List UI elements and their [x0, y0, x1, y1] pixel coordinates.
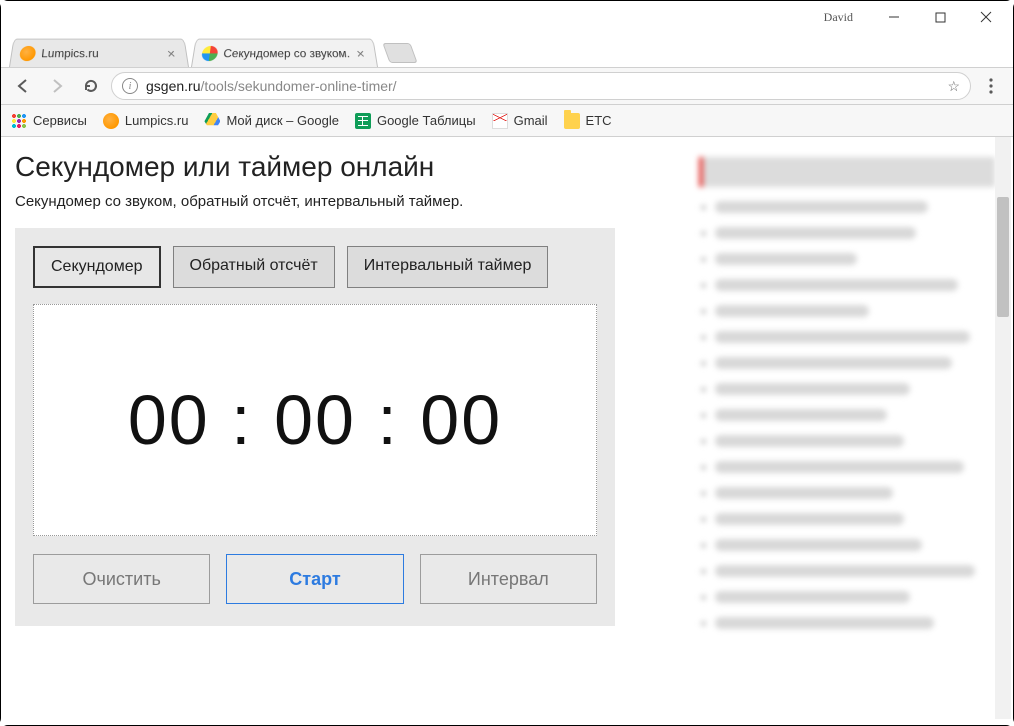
tab-countdown[interactable]: Обратный отсчёт — [173, 246, 335, 288]
favicon-icon — [103, 113, 119, 129]
interval-button[interactable]: Интервал — [420, 554, 597, 604]
toolbar: i gsgen.ru/tools/sekundomer-online-timer… — [1, 67, 1013, 105]
url-path: /tools/sekundomer-online-timer/ — [200, 78, 396, 94]
clear-button[interactable]: Очистить — [33, 554, 210, 604]
timer-panel: Секундомер Обратный отсчёт Интервальный … — [15, 228, 615, 626]
bookmark-gmail[interactable]: Gmail — [492, 113, 548, 129]
bookmarks-bar: Сервисы Lumpics.ru Мой диск – Google Goo… — [1, 105, 1013, 137]
scrollbar-thumb[interactable] — [997, 197, 1009, 317]
bookmark-label: ETC — [586, 113, 612, 128]
mode-tabs: Секундомер Обратный отсчёт Интервальный … — [33, 246, 597, 288]
bookmark-label: Сервисы — [33, 113, 87, 128]
start-button[interactable]: Старт — [226, 554, 403, 604]
favicon-icon — [19, 45, 37, 60]
tab-lumpics[interactable]: Lumpics.ru × — [9, 39, 189, 67]
sidebar-link[interactable] — [715, 591, 910, 603]
tab-close-icon[interactable]: × — [164, 46, 179, 59]
sidebar-link[interactable] — [715, 539, 922, 551]
new-tab-button[interactable] — [383, 43, 418, 63]
sidebar-heading — [699, 157, 995, 187]
bookmark-label: Lumpics.ru — [125, 113, 189, 128]
forward-button[interactable] — [43, 72, 71, 100]
sidebar-link[interactable] — [715, 461, 964, 473]
window-maximize-button[interactable] — [917, 2, 963, 32]
bookmark-label: Google Таблицы — [377, 113, 476, 128]
sidebar-link[interactable] — [715, 305, 869, 317]
main-column: Секундомер или таймер онлайн Секундомер … — [1, 137, 673, 725]
sidebar-link[interactable] — [715, 565, 975, 577]
sheets-icon — [355, 113, 371, 129]
bookmark-star-icon[interactable]: ☆ — [947, 78, 960, 95]
address-bar[interactable]: i gsgen.ru/tools/sekundomer-online-timer… — [111, 72, 971, 100]
gmail-icon — [492, 113, 508, 129]
page-subtitle: Секундомер со звуком, обратный отсчёт, и… — [15, 193, 673, 210]
sidebar-link[interactable] — [715, 331, 970, 343]
bookmark-label: Мой диск – Google — [226, 113, 339, 128]
tab-close-icon[interactable]: × — [353, 46, 368, 59]
back-button[interactable] — [9, 72, 37, 100]
sidebar-link[interactable] — [715, 383, 910, 395]
browser-menu-button[interactable] — [977, 72, 1005, 100]
url-host: gsgen.ru — [146, 78, 200, 94]
tab-title: Секундомер со звуком. — [223, 46, 351, 59]
sidebar-link[interactable] — [715, 487, 893, 499]
site-info-icon[interactable]: i — [122, 78, 138, 94]
sidebar-link[interactable] — [715, 253, 857, 265]
window-titlebar: David — [1, 1, 1013, 33]
sidebar-link[interactable] — [715, 617, 934, 629]
tab-sekundomer[interactable]: Секундомер со звуком. × — [191, 39, 378, 67]
sidebar-link[interactable] — [715, 227, 916, 239]
reload-button[interactable] — [77, 72, 105, 100]
controls-row: Очистить Старт Интервал — [33, 554, 597, 604]
apps-icon — [11, 113, 27, 129]
sidebar-link[interactable] — [715, 201, 928, 213]
window-close-button[interactable] — [963, 2, 1009, 32]
apps-shortcut[interactable]: Сервисы — [11, 113, 87, 129]
gdrive-icon — [204, 113, 220, 129]
folder-icon — [564, 113, 580, 129]
window-user-label: David — [824, 10, 853, 25]
sidebar-link[interactable] — [715, 435, 904, 447]
scrollbar[interactable] — [995, 137, 1011, 719]
page-content: Секундомер или таймер онлайн Секундомер … — [1, 137, 1013, 725]
time-value: 00 : 00 : 00 — [128, 380, 502, 460]
browser-tabs: Lumpics.ru × Секундомер со звуком. × — [1, 33, 1013, 67]
bookmark-gdrive[interactable]: Мой диск – Google — [204, 113, 339, 129]
bookmark-label: Gmail — [514, 113, 548, 128]
tab-interval-timer[interactable]: Интервальный таймер — [347, 246, 549, 288]
favicon-icon — [201, 45, 219, 60]
time-display: 00 : 00 : 00 — [33, 304, 597, 536]
sidebar-link[interactable] — [715, 279, 958, 291]
tab-title: Lumpics.ru — [41, 46, 161, 59]
sidebar-link[interactable] — [715, 357, 952, 369]
sidebar — [673, 137, 1013, 725]
bookmark-sheets[interactable]: Google Таблицы — [355, 113, 476, 129]
tab-stopwatch[interactable]: Секундомер — [33, 246, 161, 288]
sidebar-link[interactable] — [715, 513, 904, 525]
page-title: Секундомер или таймер онлайн — [15, 151, 673, 183]
sidebar-link[interactable] — [715, 409, 887, 421]
bookmark-lumpics[interactable]: Lumpics.ru — [103, 113, 189, 129]
window-minimize-button[interactable] — [871, 2, 917, 32]
bookmark-etc[interactable]: ETC — [564, 113, 612, 129]
